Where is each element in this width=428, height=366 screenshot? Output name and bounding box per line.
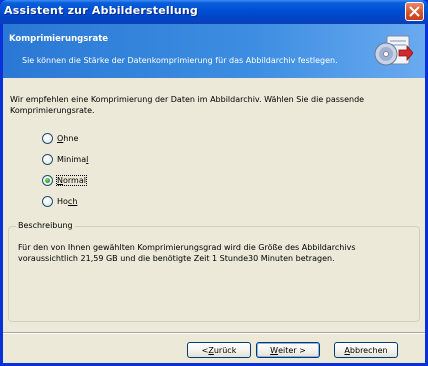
next-button-label: eiter > xyxy=(278,345,306,355)
description-legend: Beschreibung xyxy=(16,221,75,230)
radio-label-hoch: Hoch xyxy=(57,196,78,206)
radio-label-ohne: Ohne xyxy=(57,133,79,143)
back-button-prefix: < xyxy=(201,345,209,355)
wizard-window: Assistent zur Abbilderstellung Komprimie… xyxy=(0,0,428,366)
radio-button[interactable] xyxy=(42,195,53,207)
button-separator xyxy=(3,332,425,334)
radio-button[interactable] xyxy=(42,153,53,165)
disc-archive-icon xyxy=(374,35,413,66)
header-title: Komprimierungsrate xyxy=(9,34,109,44)
radio-label-normal: Normal xyxy=(56,174,87,186)
close-icon xyxy=(409,6,420,17)
radio-option-normal[interactable]: Normal xyxy=(42,173,87,187)
back-button[interactable]: < Zurück xyxy=(187,342,251,358)
close-button[interactable] xyxy=(405,2,424,21)
description-text: Für den von Ihnen gewählten Komprimierun… xyxy=(18,242,408,264)
next-button-accel: W xyxy=(270,345,279,355)
radio-button-selected[interactable] xyxy=(42,174,53,186)
radio-option-hoch[interactable]: Hoch xyxy=(42,194,77,208)
back-button-label: urück xyxy=(213,345,237,355)
header-subtitle: Sie können die Stärke der Datenkomprimie… xyxy=(22,56,338,65)
wizard-header: Komprimierungsrate Sie können die Stärke… xyxy=(3,24,425,78)
radio-option-minimal[interactable]: Minimal xyxy=(42,152,88,166)
intro-text: Wir empfehlen eine Komprimierung der Dat… xyxy=(10,94,410,116)
intro-line-2: Komprimierungsrate. xyxy=(10,106,95,115)
next-button[interactable]: Weiter > xyxy=(256,342,320,358)
title-bar[interactable]: Assistent zur Abbilderstellung xyxy=(0,0,428,24)
radio-button[interactable] xyxy=(42,132,53,144)
description-line-1: Für den von Ihnen gewählten Komprimierun… xyxy=(18,243,356,252)
cancel-button[interactable]: Abbrechen xyxy=(334,342,398,358)
cancel-button-label: bbrechen xyxy=(349,345,388,355)
description-line-2: voraussichtlich 21,59 GB und die benötig… xyxy=(18,254,335,263)
description-groupbox: Beschreibung Für den von Ihnen gewählten… xyxy=(8,221,420,322)
intro-line-1: Wir empfehlen eine Komprimierung der Dat… xyxy=(10,95,365,104)
radio-option-ohne[interactable]: Ohne xyxy=(42,131,78,145)
dialog-client-area: Komprimierungsrate Sie können die Stärke… xyxy=(3,24,425,363)
radio-label-minimal: Minimal xyxy=(57,154,89,164)
window-title: Assistent zur Abbilderstellung xyxy=(4,4,198,17)
